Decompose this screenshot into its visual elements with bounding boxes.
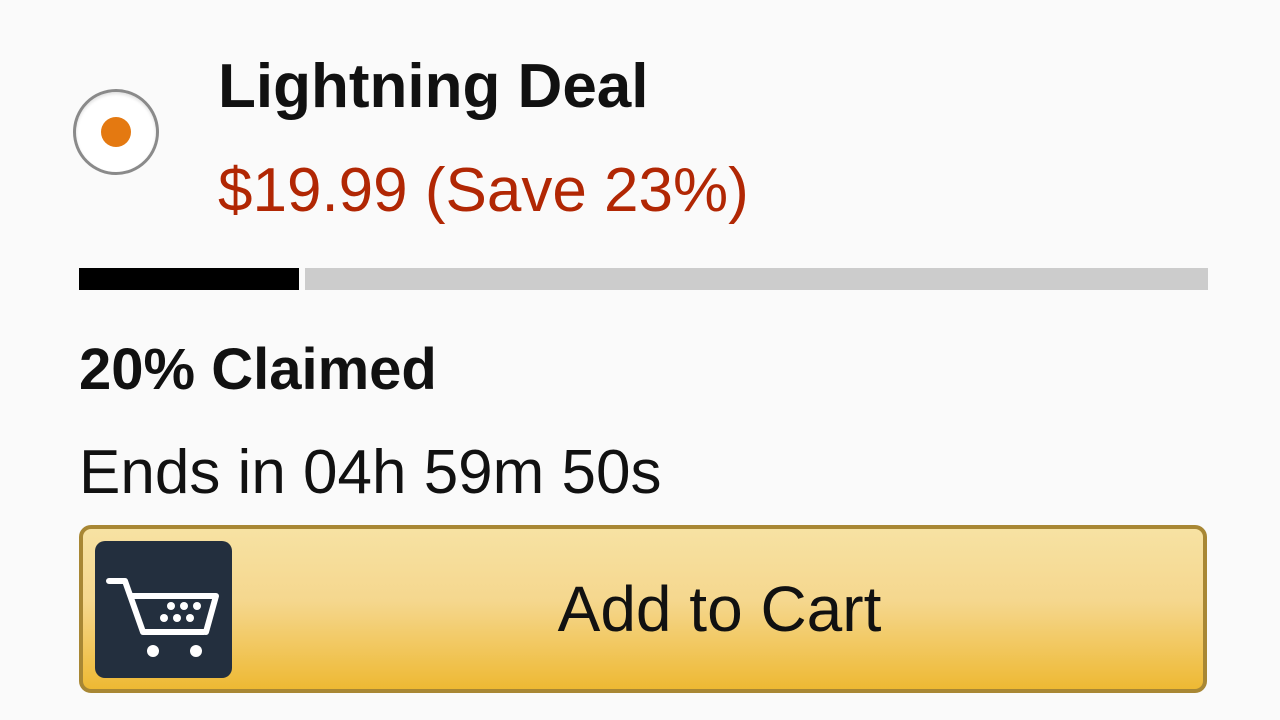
claimed-percentage: 20% Claimed: [79, 337, 437, 402]
radio-selected-dot: [101, 117, 131, 147]
progress-bar-track: [305, 268, 1208, 290]
deal-title: Lightning Deal: [218, 52, 649, 121]
cart-icon-container: [95, 541, 232, 678]
claimed-progress-bar: [79, 268, 1208, 290]
deal-price: $19.99 (Save 23%): [218, 156, 749, 225]
deal-radio-button[interactable]: [73, 89, 159, 175]
add-to-cart-button[interactable]: Add to Cart: [79, 525, 1207, 693]
deal-countdown: Ends in 04h 59m 50s: [79, 438, 662, 507]
shopping-cart-icon: [106, 578, 219, 657]
add-to-cart-label: Add to Cart: [557, 573, 882, 645]
progress-bar-fill: [79, 268, 299, 290]
